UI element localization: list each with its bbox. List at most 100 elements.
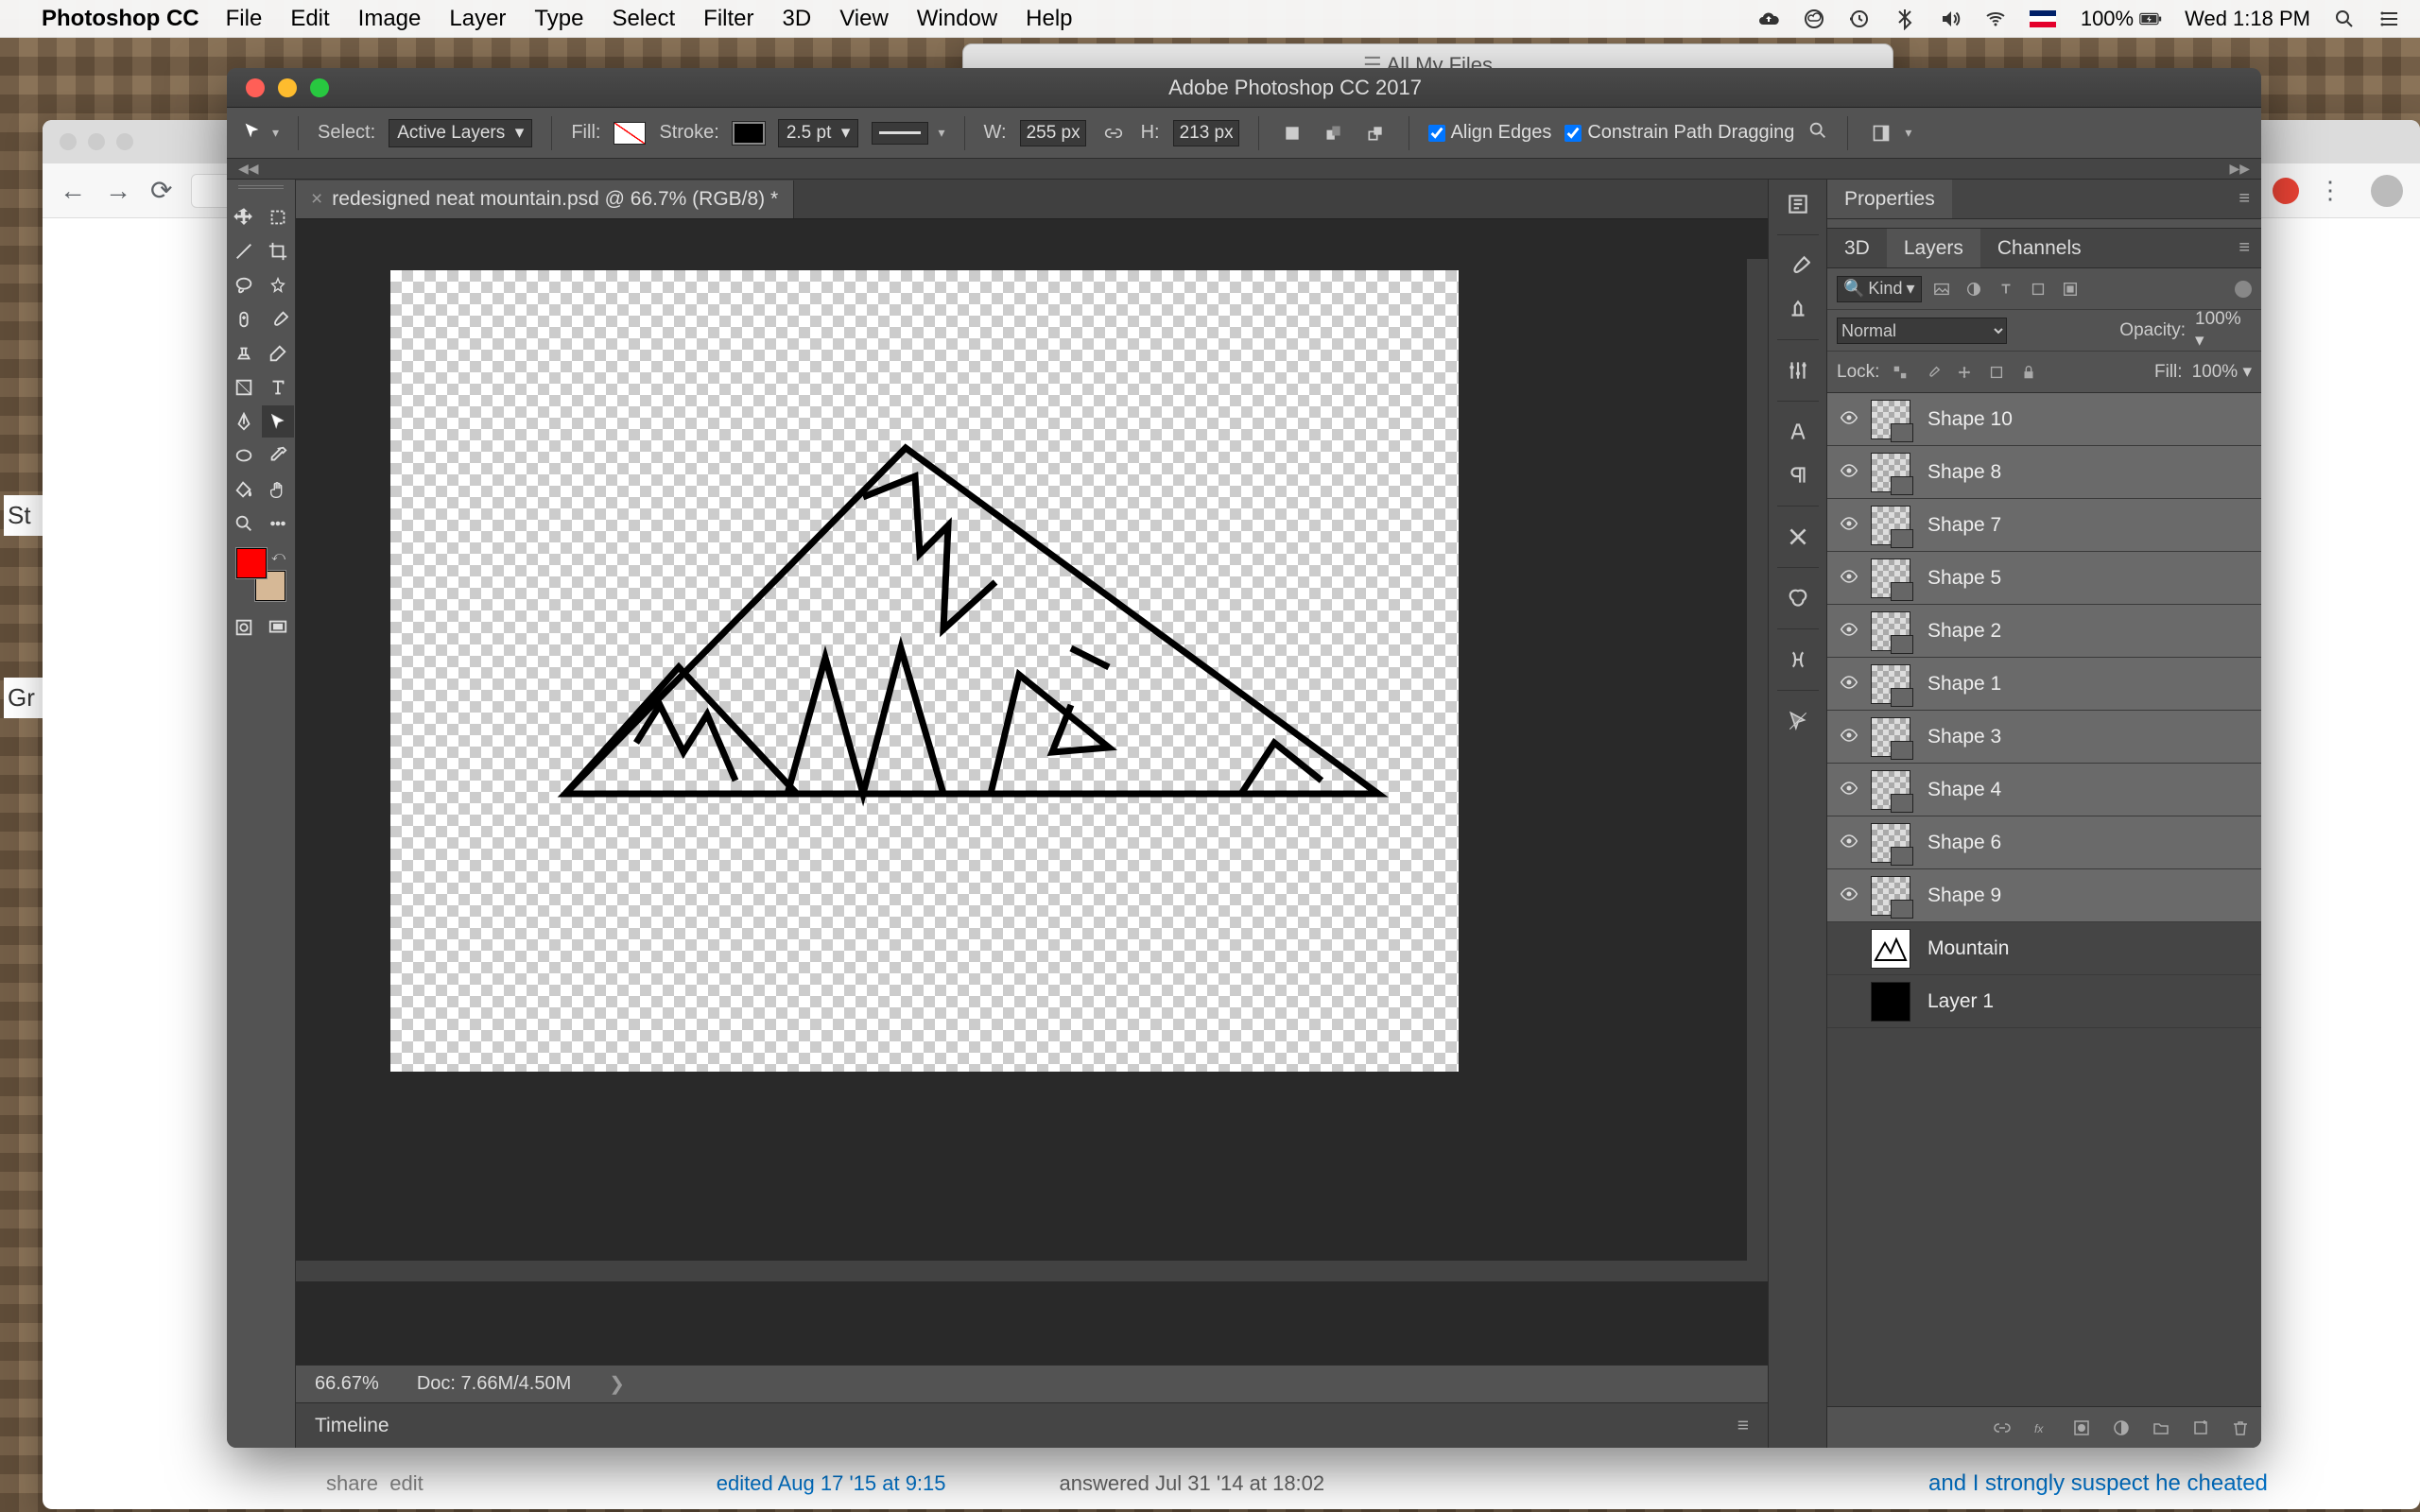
brushes-panel-icon[interactable] bbox=[1779, 247, 1817, 284]
horizontal-scrollbar[interactable] bbox=[296, 1261, 1747, 1281]
channels-tab[interactable]: Channels bbox=[1980, 229, 2099, 267]
menu-select[interactable]: Select bbox=[612, 6, 675, 32]
search-icon[interactable] bbox=[1807, 120, 1828, 146]
tab-close-icon[interactable]: × bbox=[311, 188, 322, 211]
collapse-right-icon[interactable]: ▶▶ bbox=[2229, 161, 2250, 177]
filter-shape-icon[interactable] bbox=[2026, 277, 2050, 301]
window-zoom-button[interactable] bbox=[310, 78, 329, 97]
layer-thumbnail[interactable] bbox=[1871, 717, 1910, 757]
layer-name[interactable]: Shape 4 bbox=[1927, 779, 2001, 801]
layer-thumbnail[interactable] bbox=[1871, 558, 1910, 598]
layer-row[interactable]: Mountain bbox=[1827, 922, 2261, 975]
vertical-scrollbar[interactable] bbox=[1747, 259, 1768, 1281]
menu-3d[interactable]: 3D bbox=[783, 6, 812, 32]
layer-name[interactable]: Shape 2 bbox=[1927, 620, 2001, 643]
align-edges-checkbox[interactable]: Align Edges bbox=[1428, 122, 1552, 144]
layer-row[interactable]: Shape 9 bbox=[1827, 869, 2261, 922]
blend-mode-dropdown[interactable]: Normal bbox=[1837, 318, 2007, 344]
layer-thumbnail[interactable] bbox=[1871, 823, 1910, 863]
filter-type-icon[interactable] bbox=[1994, 277, 2018, 301]
filter-pixel-icon[interactable] bbox=[1929, 277, 1954, 301]
chrome-forward-button[interactable]: → bbox=[105, 176, 131, 206]
properties-tab[interactable]: Properties bbox=[1827, 180, 1952, 218]
width-input[interactable] bbox=[1020, 120, 1086, 146]
edited-timestamp[interactable]: edited Aug 17 '15 at 9:15 bbox=[717, 1467, 946, 1500]
zoom-tool[interactable] bbox=[228, 507, 260, 540]
layer-name[interactable]: Shape 10 bbox=[1927, 408, 2013, 431]
layer-fx-icon[interactable]: fx bbox=[2032, 1418, 2051, 1437]
layer-visibility-toggle[interactable] bbox=[1827, 779, 1871, 800]
filter-kind-dropdown[interactable]: 🔍 Kind ▾ bbox=[1837, 276, 1922, 302]
layer-name[interactable]: Layer 1 bbox=[1927, 990, 1994, 1013]
layer-thumbnail[interactable] bbox=[1871, 664, 1910, 704]
layer-name[interactable]: Shape 6 bbox=[1927, 832, 2001, 854]
clone-stamp-tool[interactable] bbox=[228, 337, 260, 369]
time-machine-icon[interactable] bbox=[1848, 8, 1871, 30]
spotlight-icon[interactable] bbox=[2333, 8, 2356, 30]
constrain-path-checkbox[interactable]: Constrain Path Dragging bbox=[1564, 122, 1794, 144]
filter-toggle[interactable] bbox=[2235, 281, 2252, 298]
layer-thumbnail[interactable] bbox=[1871, 611, 1910, 651]
crop-tool[interactable] bbox=[262, 235, 294, 267]
layer-name[interactable]: Shape 5 bbox=[1927, 567, 2001, 590]
layer-name[interactable]: Shape 3 bbox=[1927, 726, 2001, 748]
opacity-input[interactable]: 100% ▾ bbox=[2195, 309, 2252, 352]
volume-icon[interactable] bbox=[1939, 8, 1962, 30]
layer-visibility-toggle[interactable] bbox=[1827, 673, 1871, 695]
gradient-tool[interactable] bbox=[228, 371, 260, 404]
stroke-style-dropdown[interactable] bbox=[872, 122, 928, 145]
pen-tool[interactable] bbox=[228, 405, 260, 438]
notification-center-icon[interactable] bbox=[2378, 8, 2401, 30]
quick-select-tool[interactable] bbox=[262, 269, 294, 301]
document-tab[interactable]: × redesigned neat mountain.psd @ 66.7% (… bbox=[296, 180, 794, 218]
layer-visibility-toggle[interactable] bbox=[1827, 832, 1871, 853]
modifiers-panel-icon[interactable] bbox=[1779, 518, 1817, 556]
collapse-left-icon[interactable]: ◀◀ bbox=[238, 161, 259, 177]
height-input[interactable] bbox=[1173, 120, 1239, 146]
layer-row[interactable]: Shape 6 bbox=[1827, 816, 2261, 869]
eraser-tool[interactable] bbox=[262, 337, 294, 369]
menu-window[interactable]: Window bbox=[917, 6, 997, 32]
layer-row[interactable]: Layer 1 bbox=[1827, 975, 2261, 1028]
layer-name[interactable]: Shape 9 bbox=[1927, 885, 2001, 907]
window-minimize-button[interactable] bbox=[278, 78, 297, 97]
lasso-tool[interactable] bbox=[228, 269, 260, 301]
layer-row[interactable]: Shape 7 bbox=[1827, 499, 2261, 552]
input-source-icon[interactable] bbox=[2030, 10, 2058, 27]
chrome-menu-button[interactable]: ⋮ bbox=[2318, 176, 2342, 205]
hand-tool[interactable] bbox=[262, 473, 294, 506]
brush-presets-panel-icon[interactable] bbox=[1779, 290, 1817, 328]
layer-name[interactable]: Shape 8 bbox=[1927, 461, 2001, 484]
move-tool[interactable] bbox=[228, 201, 260, 233]
stroke-weight-input[interactable]: 2.5 pt ▾ bbox=[778, 119, 859, 147]
layer-thumbnail[interactable] bbox=[1871, 506, 1910, 545]
edit-toolbar-icon[interactable] bbox=[262, 507, 294, 540]
layer-visibility-toggle[interactable] bbox=[1827, 726, 1871, 747]
chrome-reload-button[interactable]: ⟳ bbox=[150, 175, 172, 206]
layer-visibility-toggle[interactable] bbox=[1827, 514, 1871, 536]
layer-name[interactable]: Shape 1 bbox=[1927, 673, 2001, 696]
menu-filter[interactable]: Filter bbox=[703, 6, 753, 32]
layer-thumbnail[interactable] bbox=[1871, 982, 1910, 1022]
filter-smart-icon[interactable] bbox=[2058, 277, 2083, 301]
screen-mode-icon[interactable] bbox=[262, 611, 294, 644]
swap-colors-icon[interactable]: ⤺ bbox=[271, 548, 285, 564]
fill-opacity-input[interactable]: 100% ▾ bbox=[2192, 361, 2252, 383]
healing-brush-tool[interactable] bbox=[228, 303, 260, 335]
chrome-extension-icon[interactable] bbox=[2273, 178, 2299, 204]
zoom-level[interactable]: 66.67% bbox=[315, 1373, 379, 1395]
foreground-color-swatch[interactable] bbox=[236, 548, 267, 578]
battery-status[interactable]: 100% bbox=[2081, 7, 2162, 31]
bluetooth-icon[interactable] bbox=[1893, 8, 1916, 30]
workspace-switcher-icon[interactable] bbox=[1867, 119, 1895, 147]
clock[interactable]: Wed 1:18 PM bbox=[2185, 7, 2310, 31]
path-arrange-icon[interactable] bbox=[1320, 119, 1348, 147]
quick-mask-icon[interactable] bbox=[228, 611, 260, 644]
layer-visibility-toggle[interactable] bbox=[1827, 461, 1871, 483]
layer-row[interactable]: Shape 3 bbox=[1827, 711, 2261, 764]
creative-cloud-icon[interactable] bbox=[1803, 8, 1825, 30]
paragraph-panel-icon[interactable] bbox=[1779, 456, 1817, 494]
layer-row[interactable]: Shape 4 bbox=[1827, 764, 2261, 816]
select-mode-dropdown[interactable]: Active Layers ▾ bbox=[389, 119, 532, 147]
menu-type[interactable]: Type bbox=[534, 6, 583, 32]
